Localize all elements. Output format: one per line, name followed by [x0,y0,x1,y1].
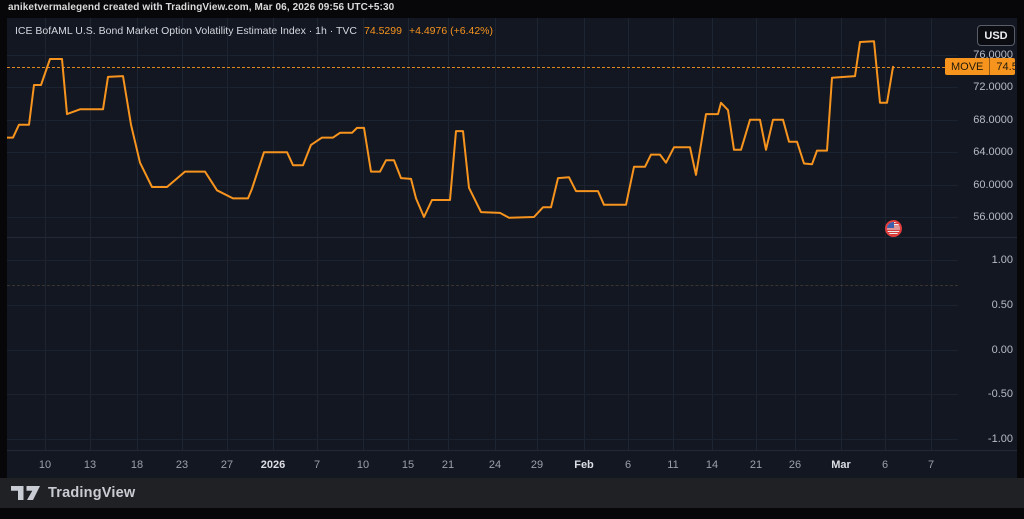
bottom-toolbar: TradingView [0,478,1024,508]
chart-legend[interactable]: ICE BofAML U.S. Bond Market Option Volat… [15,25,493,37]
price-axis-label: 0.50 [992,299,1013,311]
time-axis-label: 11 [667,459,678,471]
price-axis-label: 1.00 [992,254,1013,266]
price-axis-label: 72.0000 [973,81,1013,93]
time-axis-label: 21 [750,459,762,471]
time-axis-label: 15 [402,459,414,471]
time-axis-label: 23 [176,459,188,471]
time-axis[interactable]: 10 13 18 23 27 2026 7 10 15 21 24 29 Feb 6 11 14 21 26 Mar… [7,450,1017,479]
time-axis-label: 29 [531,459,543,471]
flag-canton [887,222,894,228]
time-axis-label: 6 [625,459,631,471]
price-axis[interactable]: 76.000072.000068.000064.000060.000056.00… [958,18,1017,450]
attribution-text: aniketvermalegend created with TradingVi… [8,2,394,13]
price-line-series [7,18,958,450]
tradingview-logo[interactable]: TradingView [11,478,135,508]
badge-symbol-label: MOVE [945,58,989,75]
legend-change: +4.4976 (+6.42%) [409,25,493,37]
price-axis-label: 64.0000 [973,146,1013,158]
price-axis-label: 60.0000 [973,179,1013,191]
price-scale-badge: MOVE 74.5299 [945,58,1015,75]
time-axis-label: 2026 [261,459,285,471]
time-axis-label: 21 [442,459,454,471]
price-axis-label: 0.00 [992,344,1013,356]
time-axis-label: Feb [574,459,594,471]
time-axis-label: 6 [882,459,888,471]
time-axis-label: Mar [831,459,851,471]
price-axis-label: -1.00 [988,433,1013,445]
price-axis-label: 56.0000 [973,211,1013,223]
tradingview-logo-text: TradingView [48,485,135,501]
time-axis-label: 14 [706,459,718,471]
us-flag-event-icon[interactable] [885,220,902,237]
badge-price-value: 74.5299 [989,58,1015,75]
time-axis-label: 27 [221,459,233,471]
time-axis-label: 7 [314,459,320,471]
time-axis-label: 18 [131,459,143,471]
time-axis-label: 13 [84,459,96,471]
legend-symbol-title[interactable]: ICE BofAML U.S. Bond Market Option Volat… [15,25,357,37]
tradingview-logo-mark-icon [11,486,41,501]
time-axis-label: 7 [928,459,934,471]
time-axis-label: 10 [357,459,369,471]
legend-last-price: 74.5299 [364,25,402,37]
time-axis-label: 10 [39,459,51,471]
price-axis-label: 68.0000 [973,114,1013,126]
price-axis-label: -0.50 [988,388,1013,400]
tradingview-snapshot: aniketvermalegend created with TradingVi… [0,0,1024,519]
time-axis-label: 24 [489,459,501,471]
current-price-line [7,67,945,68]
chart-panel[interactable]: ICE BofAML U.S. Bond Market Option Volat… [7,18,1017,478]
time-axis-label: 26 [789,459,801,471]
